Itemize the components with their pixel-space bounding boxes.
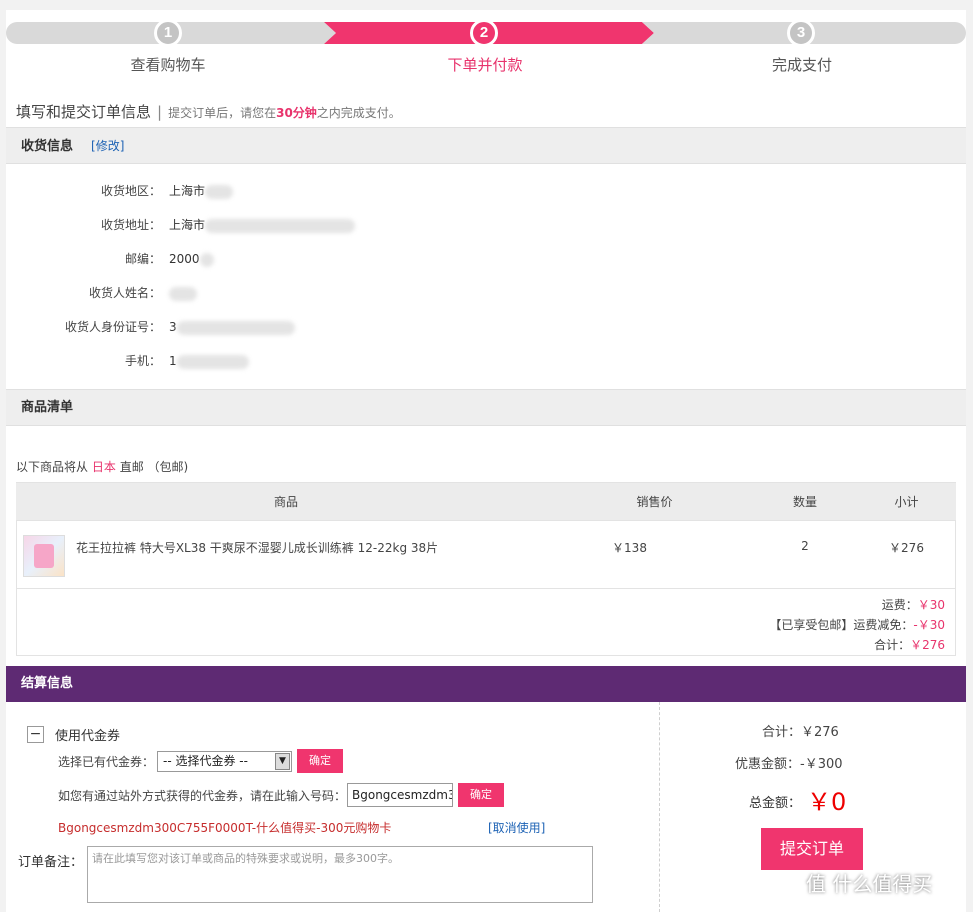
coupon-section-title: 使用代金券 bbox=[55, 729, 121, 744]
choose-coupon-label: 选择已有代金券： bbox=[58, 755, 155, 769]
col-price: 销售价 bbox=[556, 482, 753, 521]
coupon-code-label: 如您有通过站外方式获得的代金券，请在此输入号码： bbox=[58, 789, 347, 803]
zip-label: 邮编： bbox=[124, 252, 161, 266]
redacted-blur bbox=[169, 286, 197, 301]
street-label: 收货地址： bbox=[100, 218, 161, 232]
checkout-progress: 1 2 3 查看购物车 下单并付款 完成支付 bbox=[6, 10, 966, 80]
product-price: ￥138 bbox=[556, 520, 753, 589]
product-thumbnail[interactable] bbox=[23, 535, 65, 577]
goods-total-value: ￥276 bbox=[910, 638, 945, 652]
product-qty: 2 bbox=[753, 520, 857, 589]
shipping-info-header: 收货信息 [修改] bbox=[6, 127, 966, 164]
phone-label: 手机： bbox=[124, 354, 161, 368]
payment-deadline-note: 提交订单后，请您在30分钟之内完成支付。 bbox=[168, 106, 401, 120]
recipient-label: 收货人姓名： bbox=[88, 286, 161, 300]
goods-table: 商品 销售价 数量 小计 花王拉拉裤 特大号XL38 干爽尿不湿婴儿成长训练裤 … bbox=[16, 482, 956, 589]
goods-table-header: 商品 销售价 数量 小计 bbox=[16, 482, 956, 521]
goods-list-title: 商品清单 bbox=[21, 400, 74, 415]
redacted-blur bbox=[205, 184, 234, 199]
address-row-street: 收货地址： 上海市 bbox=[6, 215, 966, 235]
freight-discount-value: -￥30 bbox=[913, 618, 945, 632]
step-3-label: 完成支付 bbox=[771, 56, 832, 74]
product-name[interactable]: 花王拉拉裤 特大号XL38 干爽尿不湿婴儿成长训练裤 12-22kg 38片 bbox=[16, 520, 556, 589]
discount-value: -￥300 bbox=[800, 757, 843, 772]
dropdown-arrow-icon[interactable]: ▼ bbox=[275, 753, 290, 770]
sum-line: 合计：￥276 bbox=[762, 725, 839, 740]
table-row: 花王拉拉裤 特大号XL38 干爽尿不湿婴儿成长训练裤 12-22kg 38片 ￥… bbox=[16, 520, 956, 589]
coupon-select[interactable]: -- 选择代金券 -- ▼ bbox=[157, 751, 292, 772]
settlement-divider bbox=[659, 702, 660, 912]
edit-address-link[interactable]: [修改] bbox=[91, 139, 124, 153]
coupon-select-value: -- 选择代金券 -- bbox=[163, 754, 248, 768]
address-row-id: 收货人身份证号： 3 bbox=[6, 317, 966, 337]
zip-value: 2000 bbox=[169, 249, 214, 269]
coupon-code-input[interactable]: Bgongcesmzdm3 bbox=[347, 783, 453, 807]
product-subtotal: ￥276 bbox=[857, 520, 956, 589]
redacted-blur bbox=[176, 354, 249, 369]
coupon-collapse-toggle[interactable]: − bbox=[27, 726, 44, 743]
address-row-name: 收货人姓名： bbox=[6, 283, 966, 303]
page-title-text: 填写和提交订单信息 bbox=[16, 103, 152, 121]
region-label: 收货地区： bbox=[100, 184, 161, 198]
ship-prefix: 以下商品将从 bbox=[16, 460, 89, 474]
sum-value: ￥276 bbox=[801, 725, 839, 740]
step-1-label: 查看购物车 bbox=[130, 56, 206, 74]
step-2-label: 下单并付款 bbox=[447, 56, 523, 74]
redacted-blur bbox=[199, 252, 214, 267]
ship-suffix: 直邮 （包邮) bbox=[119, 460, 189, 474]
goods-total-line: 合计：￥276 bbox=[874, 638, 945, 652]
order-remark-label: 订单备注： bbox=[18, 855, 84, 870]
deadline-time: 30分钟 bbox=[276, 106, 317, 120]
submit-order-button[interactable]: 提交订单 bbox=[761, 828, 863, 870]
col-qty: 数量 bbox=[753, 482, 857, 521]
address-row-zip: 邮编： 2000 bbox=[6, 249, 966, 269]
step-3-number: 3 bbox=[787, 19, 815, 47]
shipping-origin-note: 以下商品将从 日本 直邮 （包邮) bbox=[16, 458, 188, 475]
freight-value: ￥30 bbox=[917, 598, 945, 612]
confirm-coupon-button[interactable]: 确定 bbox=[297, 749, 343, 773]
address-row-phone: 手机： 1 bbox=[6, 351, 966, 371]
redacted-blur bbox=[176, 320, 295, 335]
id-number-label: 收货人身份证号： bbox=[64, 320, 161, 334]
region-value: 上海市 bbox=[169, 181, 234, 201]
step-1-number: 1 bbox=[154, 19, 182, 47]
grand-total-value: ￥0 bbox=[807, 788, 847, 816]
step-2-number: 2 bbox=[470, 19, 498, 47]
shipping-info-title: 收货信息 bbox=[21, 139, 74, 154]
col-subtotal: 小计 bbox=[857, 482, 956, 521]
col-product: 商品 bbox=[16, 482, 556, 521]
settlement-header: 结算信息 bbox=[6, 666, 966, 702]
discount-line: 优惠金额：-￥300 bbox=[735, 757, 843, 772]
order-remark-textarea[interactable]: 请在此填写您对该订单或商品的特殊要求或说明，最多300字。 bbox=[87, 846, 593, 903]
freight-line: 运费：￥30 bbox=[881, 598, 945, 612]
redacted-blur bbox=[205, 218, 356, 233]
cancel-coupon-link[interactable]: [取消使用] bbox=[488, 819, 545, 836]
goods-list-header: 商品清单 bbox=[6, 389, 966, 426]
page-title: 填写和提交订单信息 | 提交订单后，请您在30分钟之内完成支付。 bbox=[16, 101, 401, 122]
freight-discount-line: 【已享受包邮】运费减免：-￥30 bbox=[769, 618, 945, 632]
applied-coupon-text: Bgongcesmzdm300C755F0000T-什么值得买-300元购物卡 bbox=[58, 821, 392, 835]
address-row-region: 收货地区： 上海市 bbox=[6, 181, 966, 201]
phone-value: 1 bbox=[169, 351, 249, 371]
recipient-value bbox=[169, 283, 197, 303]
grand-total-line: 总金额： ￥0 bbox=[749, 788, 847, 816]
street-value: 上海市 bbox=[169, 215, 356, 235]
title-separator: | bbox=[157, 103, 163, 121]
id-number-value: 3 bbox=[169, 317, 295, 337]
confirm-code-button[interactable]: 确定 bbox=[458, 783, 504, 807]
site-watermark: 值 什么值得买 bbox=[806, 872, 933, 896]
deadline-prefix: 提交订单后，请您在 bbox=[168, 106, 277, 120]
ship-country: 日本 bbox=[91, 460, 116, 474]
deadline-suffix: 之内完成支付。 bbox=[316, 106, 401, 120]
